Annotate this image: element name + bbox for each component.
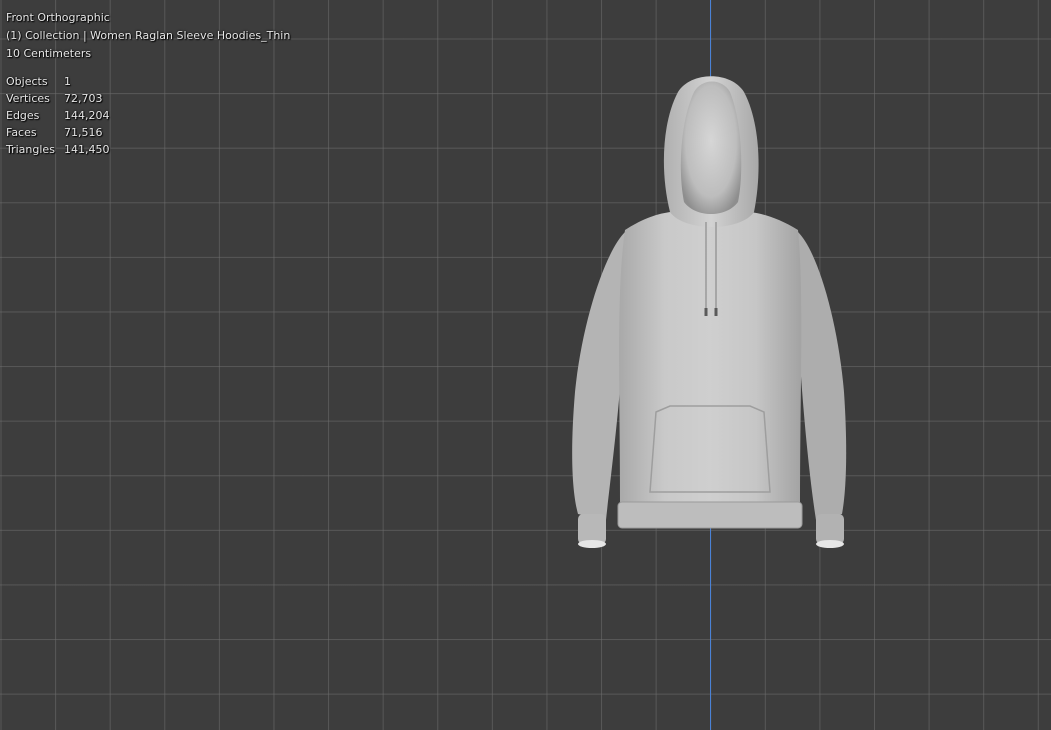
stat-objects: Objects 1 <box>6 73 290 90</box>
grid-scale: 10 Centimeters <box>6 47 92 60</box>
stat-label: Edges <box>6 109 40 122</box>
view-name: Front Orthographic <box>6 11 110 24</box>
stat-value: 71,516 <box>64 126 103 139</box>
viewport-info-overlay: Front Orthographic (1) Collection | Wome… <box>6 9 290 158</box>
stat-label: Objects <box>6 75 48 88</box>
stat-label: Triangles <box>6 143 55 156</box>
hoodie-model[interactable] <box>560 62 860 562</box>
stat-value: 1 <box>64 75 71 88</box>
waistband <box>617 501 803 529</box>
left-cuff <box>578 514 606 544</box>
stat-vertices: Vertices 72,703 <box>6 90 290 107</box>
stat-value: 141,450 <box>64 143 110 156</box>
stat-label: Faces <box>6 126 37 139</box>
stat-label: Vertices <box>6 92 50 105</box>
stat-faces: Faces 71,516 <box>6 124 290 141</box>
stat-edges: Edges 144,204 <box>6 107 290 124</box>
stat-value: 72,703 <box>64 92 103 105</box>
left-sleeve <box>572 232 625 520</box>
stat-triangles: Triangles 141,450 <box>6 141 290 158</box>
collection-info: (1) Collection | Women Raglan Sleeve Hoo… <box>6 29 291 42</box>
stat-value: 144,204 <box>64 109 110 122</box>
right-sleeve <box>798 232 847 520</box>
hoodie-body <box>619 211 802 503</box>
3d-viewport[interactable]: Front Orthographic (1) Collection | Wome… <box>0 0 1051 730</box>
right-cuff <box>816 514 844 544</box>
scene-statistics: Objects 1 Vertices 72,703 Edges 144,204 … <box>6 73 290 158</box>
